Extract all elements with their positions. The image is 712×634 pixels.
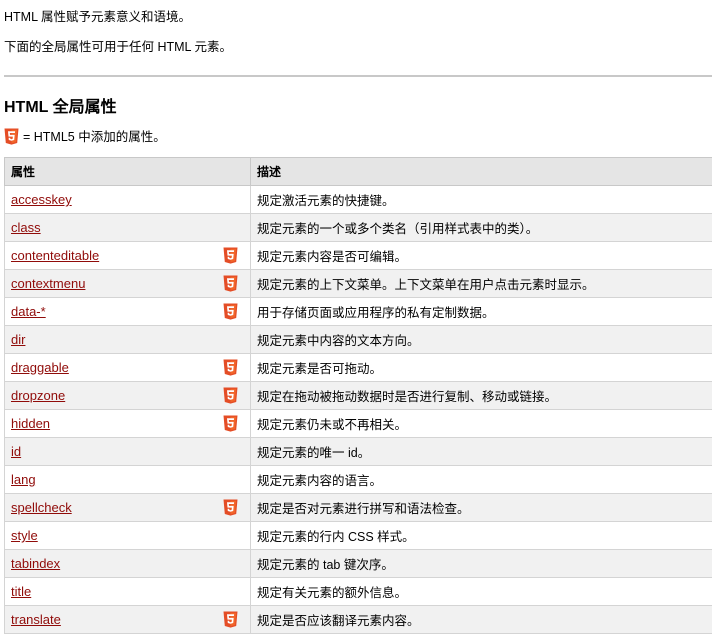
- legend-text: = HTML5 中添加的属性。: [23, 129, 166, 145]
- table-row: spellcheck 规定是否对元素进行拼写和语法检查。: [5, 494, 712, 522]
- table-header-row: 属性 描述: [5, 158, 712, 186]
- description-cell: 规定激活元素的快捷键。: [251, 186, 712, 214]
- table-row: accesskey 规定激活元素的快捷键。: [5, 186, 712, 214]
- table-row: hidden 规定元素仍未或不再相关。: [5, 410, 712, 438]
- description-cell: 用于存储页面或应用程序的私有定制数据。: [251, 298, 712, 326]
- table-row: contextmenu 规定元素的上下文菜单。上下文菜单在用户点击元素时显示。: [5, 270, 712, 298]
- attribute-link-dropzone[interactable]: dropzone: [11, 388, 65, 403]
- description-cell: 规定是否对元素进行拼写和语法检查。: [251, 494, 712, 522]
- attribute-link-tabindex[interactable]: tabindex: [11, 556, 60, 571]
- header-attribute: 属性: [5, 158, 251, 186]
- attribute-cell: contextmenu: [5, 270, 251, 298]
- description-cell: 规定元素的一个或多个类名（引用样式表中的类）。: [251, 214, 712, 242]
- attribute-cell: tabindex: [5, 550, 251, 578]
- attribute-cell: translate: [5, 606, 251, 634]
- html5-icon: [4, 128, 19, 145]
- table-row: tabindex 规定元素的 tab 键次序。: [5, 550, 712, 578]
- html5-icon: [223, 387, 238, 404]
- description-cell: 规定元素的 tab 键次序。: [251, 550, 712, 578]
- header-description: 描述: [251, 158, 712, 186]
- attribute-link-style[interactable]: style: [11, 528, 38, 543]
- attribute-link-hidden[interactable]: hidden: [11, 416, 50, 431]
- attribute-cell: contenteditable: [5, 242, 251, 270]
- description-cell: 规定元素的行内 CSS 样式。: [251, 522, 712, 550]
- description-cell: 规定有关元素的额外信息。: [251, 578, 712, 606]
- table-row: style 规定元素的行内 CSS 样式。: [5, 522, 712, 550]
- attribute-cell: accesskey: [5, 186, 251, 214]
- description-cell: 规定元素的上下文菜单。上下文菜单在用户点击元素时显示。: [251, 270, 712, 298]
- html5-legend: = HTML5 中添加的属性。: [4, 128, 166, 145]
- html5-icon: [223, 415, 238, 432]
- attribute-link-lang[interactable]: lang: [11, 472, 36, 487]
- intro-line-2: 下面的全局属性可用于任何 HTML 元素。: [4, 39, 232, 55]
- description-cell: 规定元素的唯一 id。: [251, 438, 712, 466]
- attribute-cell: style: [5, 522, 251, 550]
- description-cell: 规定元素内容是否可编辑。: [251, 242, 712, 270]
- html5-icon: [223, 303, 238, 320]
- attribute-link-dir[interactable]: dir: [11, 332, 25, 347]
- divider: [4, 75, 712, 77]
- attribute-link-class[interactable]: class: [11, 220, 41, 235]
- description-cell: 规定元素是否可拖动。: [251, 354, 712, 382]
- attribute-link-title[interactable]: title: [11, 584, 31, 599]
- description-cell: 规定在拖动被拖动数据时是否进行复制、移动或链接。: [251, 382, 712, 410]
- html5-icon: [223, 499, 238, 516]
- html5-icon: [223, 247, 238, 264]
- attribute-link-contextmenu[interactable]: contextmenu: [11, 276, 85, 291]
- html5-icon: [223, 611, 238, 628]
- table-row: translate 规定是否应该翻译元素内容。: [5, 606, 712, 634]
- attribute-cell: hidden: [5, 410, 251, 438]
- table-row: contenteditable 规定元素内容是否可编辑。: [5, 242, 712, 270]
- attribute-cell: draggable: [5, 354, 251, 382]
- intro-line-1: HTML 属性赋予元素意义和语境。: [4, 9, 191, 25]
- attribute-cell: lang: [5, 466, 251, 494]
- table-row: draggable 规定元素是否可拖动。: [5, 354, 712, 382]
- table-row: lang 规定元素内容的语言。: [5, 466, 712, 494]
- attribute-link-translate[interactable]: translate: [11, 612, 61, 627]
- table-row: data-* 用于存储页面或应用程序的私有定制数据。: [5, 298, 712, 326]
- attribute-link-accesskey[interactable]: accesskey: [11, 192, 72, 207]
- page: HTML 属性赋予元素意义和语境。 下面的全局属性可用于任何 HTML 元素。 …: [0, 0, 712, 633]
- table-row: title 规定有关元素的额外信息。: [5, 578, 712, 606]
- attribute-cell: dropzone: [5, 382, 251, 410]
- table-body: accesskey 规定激活元素的快捷键。 class 规定元素的一个或多个类名（引用…: [5, 186, 712, 634]
- description-cell: 规定元素中内容的文本方向。: [251, 326, 712, 354]
- attribute-cell: data-*: [5, 298, 251, 326]
- table-row: dropzone 规定在拖动被拖动数据时是否进行复制、移动或链接。: [5, 382, 712, 410]
- attribute-link-draggable[interactable]: draggable: [11, 360, 69, 375]
- description-cell: 规定是否应该翻译元素内容。: [251, 606, 712, 634]
- attribute-cell: id: [5, 438, 251, 466]
- table-row: id 规定元素的唯一 id。: [5, 438, 712, 466]
- attribute-cell: class: [5, 214, 251, 242]
- table-row: dir 规定元素中内容的文本方向。: [5, 326, 712, 354]
- table-row: class 规定元素的一个或多个类名（引用样式表中的类）。: [5, 214, 712, 242]
- attribute-cell: spellcheck: [5, 494, 251, 522]
- global-attributes-table: 属性 描述 accesskey 规定激活元素的快捷键。 class 规定元素的一个或多…: [4, 157, 712, 634]
- attribute-cell: dir: [5, 326, 251, 354]
- html5-icon: [223, 275, 238, 292]
- description-cell: 规定元素内容的语言。: [251, 466, 712, 494]
- attribute-link-spellcheck[interactable]: spellcheck: [11, 500, 72, 515]
- attribute-cell: title: [5, 578, 251, 606]
- attribute-link-id[interactable]: id: [11, 444, 21, 459]
- attribute-link-contenteditable[interactable]: contenteditable: [11, 248, 99, 263]
- attribute-link-data[interactable]: data-*: [11, 304, 46, 319]
- html5-icon: [223, 359, 238, 376]
- section-title: HTML 全局属性: [4, 98, 117, 118]
- description-cell: 规定元素仍未或不再相关。: [251, 410, 712, 438]
